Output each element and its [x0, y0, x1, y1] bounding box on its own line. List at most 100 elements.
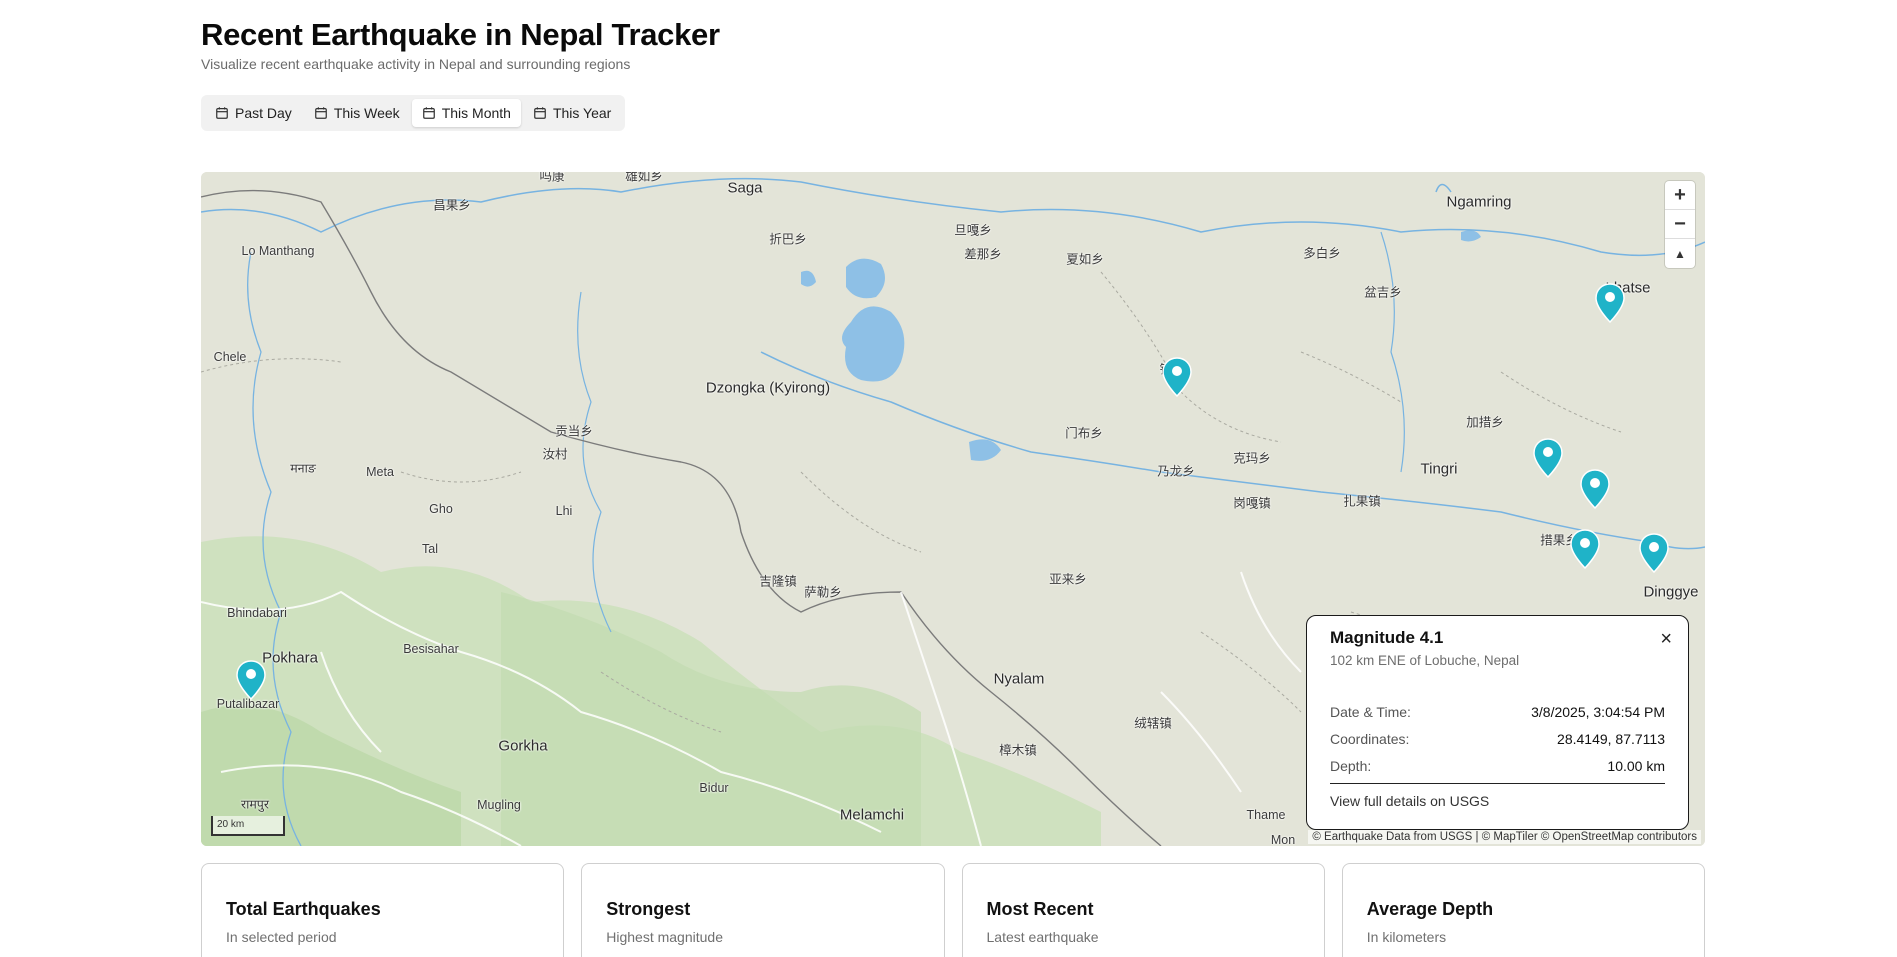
earthquake-marker[interactable]	[1533, 438, 1563, 478]
map-place-label: 昌果乡	[433, 198, 471, 213]
popup-row-value: 10.00 km	[1607, 758, 1665, 774]
calendar-icon	[314, 107, 327, 119]
map-place-label: Mugling	[477, 798, 521, 812]
zoom-out-button[interactable]: −	[1665, 210, 1695, 239]
popup-title: Magnitude 4.1	[1330, 628, 1444, 647]
compass-icon: ▲	[1674, 246, 1686, 261]
stat-card-most-recent: Most Recent Latest earthquake	[961, 863, 1325, 957]
tab-label: This Week	[333, 105, 400, 121]
stat-card-average-depth: Average Depth In kilometers	[1341, 863, 1705, 957]
map-place-label: 岗嘎镇	[1233, 496, 1271, 511]
map-place-label: 雄如乡	[625, 172, 663, 184]
earthquake-marker[interactable]	[1639, 533, 1669, 573]
usgs-details-link[interactable]: View full details on USGS	[1330, 793, 1665, 809]
calendar-icon	[216, 107, 228, 119]
map-place-label: 樟木镇	[999, 743, 1037, 758]
tab-this-year[interactable]: This Year	[523, 99, 621, 127]
card-subtitle: Latest earthquake	[986, 929, 1099, 945]
map-place-label: 克玛乡	[1233, 451, 1271, 466]
map-place-label: 扎果镇	[1343, 494, 1381, 509]
popup-row-value: 28.4149, 87.7113	[1557, 731, 1665, 747]
map-place-label: 绒辖镇	[1134, 716, 1172, 731]
map-place-label: 亚来乡	[1049, 572, 1087, 587]
popup-row-value: 3/8/2025, 3:04:54 PM	[1531, 704, 1665, 720]
page-header: Recent Earthquake in Nepal Tracker Visua…	[201, 16, 720, 72]
stat-card-total: Total Earthquakes In selected period	[201, 863, 565, 957]
card-subtitle: In selected period	[226, 929, 337, 945]
map-place-label: Ngamring	[1446, 193, 1512, 211]
tab-label: This Month	[441, 105, 511, 121]
map-place-label: Dzongka (Kyirong)	[705, 379, 831, 397]
close-icon[interactable]: ×	[1660, 628, 1672, 651]
popup-row-label: Depth:	[1330, 758, 1372, 774]
popup-row-depth: Depth: 10.00 km	[1330, 758, 1665, 774]
map-place-label: Pokhara	[262, 649, 318, 667]
map-place-label: Gorkha	[498, 737, 548, 755]
earthquake-marker[interactable]	[1162, 357, 1192, 397]
map-place-label: Chele	[213, 350, 247, 364]
map-place-label: 吉隆镇	[759, 574, 797, 589]
tab-this-week[interactable]: This Week	[304, 99, 410, 127]
popup-row-datetime: Date & Time: 3/8/2025, 3:04:54 PM	[1330, 704, 1665, 720]
map-place-label: 贡当乡	[555, 424, 593, 439]
map-place-label: मनाङ	[290, 461, 316, 476]
map-place-label: 差那乡	[964, 247, 1002, 262]
map-place-label: Tal	[422, 542, 438, 556]
stats-cards: Total Earthquakes In selected period Str…	[201, 863, 1705, 957]
map-place-label: 乃龙乡	[1157, 464, 1195, 479]
compass-button[interactable]: ▲	[1665, 239, 1695, 268]
map-place-label: Bhindabari	[227, 606, 287, 620]
earthquake-marker[interactable]	[236, 660, 266, 700]
popup-row-label: Coordinates:	[1330, 731, 1410, 747]
map-place-label: 折巴乡	[769, 232, 807, 247]
earthquake-marker[interactable]	[1580, 469, 1610, 509]
time-range-tabs: Past Day This Week This Month This Year	[201, 95, 626, 131]
tab-label: This Year	[552, 105, 612, 121]
popup-row-coordinates: Coordinates: 28.4149, 87.7113	[1330, 731, 1665, 747]
zoom-in-button[interactable]: +	[1665, 181, 1695, 210]
map-place-label: 加措乡	[1466, 415, 1504, 430]
map-place-label: Saga	[727, 179, 763, 197]
popup-location: 102 km ENE of Lobuche, Nepal	[1330, 653, 1520, 668]
map-place-label: Tingri	[1420, 460, 1458, 478]
map-attribution[interactable]: © Earthquake Data from USGS | © MapTiler…	[1308, 830, 1701, 844]
tab-this-month[interactable]: This Month	[411, 99, 521, 127]
page-title: Recent Earthquake in Nepal Tracker	[201, 17, 720, 52]
tab-past-day[interactable]: Past Day	[205, 99, 302, 127]
popup-row-label: Date & Time:	[1330, 704, 1411, 720]
map-place-label: Bidur	[699, 781, 729, 795]
stat-card-strongest: Strongest Highest magnitude	[581, 863, 945, 957]
card-title: Average Depth	[1366, 899, 1494, 919]
card-title: Most Recent	[986, 899, 1094, 919]
card-subtitle: In kilometers	[1366, 929, 1447, 945]
earthquake-marker[interactable]	[1595, 283, 1625, 323]
card-subtitle: Highest magnitude	[606, 929, 723, 945]
map-place-label: Meta	[366, 465, 394, 479]
map-place-label: 旦嘎乡	[954, 223, 992, 238]
map-place-label: Besisahar	[403, 642, 459, 656]
map-place-label: Dinggye	[1643, 583, 1699, 601]
map-place-label: 夏如乡	[1066, 252, 1104, 267]
map-place-label: Gho	[429, 502, 453, 516]
card-title: Total Earthquakes	[226, 899, 381, 919]
map-place-label: 吗康	[539, 172, 565, 184]
map-scale: 20 km	[211, 816, 285, 836]
map-place-label: 多白乡	[1303, 246, 1341, 261]
map-place-label: Mon	[1270, 833, 1296, 846]
card-title: Strongest	[606, 899, 691, 919]
map-place-label: Lhi	[555, 504, 573, 518]
map-place-label: Thame	[1246, 808, 1286, 822]
tab-label: Past Day	[235, 105, 292, 121]
map-place-label: 萨勒乡	[804, 585, 842, 600]
divider	[1330, 783, 1665, 784]
map-place-label: Melamchi	[839, 806, 905, 824]
earthquake-marker[interactable]	[1570, 529, 1600, 569]
page-subtitle: Visualize recent earthquake activity in …	[201, 56, 631, 72]
earthquake-popup: Magnitude 4.1 102 km ENE of Lobuche, Nep…	[1306, 615, 1689, 830]
map-place-label: 盆吉乡	[1364, 285, 1402, 300]
map-place-label: रामपुर	[240, 797, 270, 812]
map-place-label: Lo Manthang	[241, 244, 315, 258]
calendar-icon	[422, 107, 435, 119]
map-place-label: 汝村	[542, 447, 568, 462]
zoom-controls: + − ▲	[1665, 181, 1695, 268]
